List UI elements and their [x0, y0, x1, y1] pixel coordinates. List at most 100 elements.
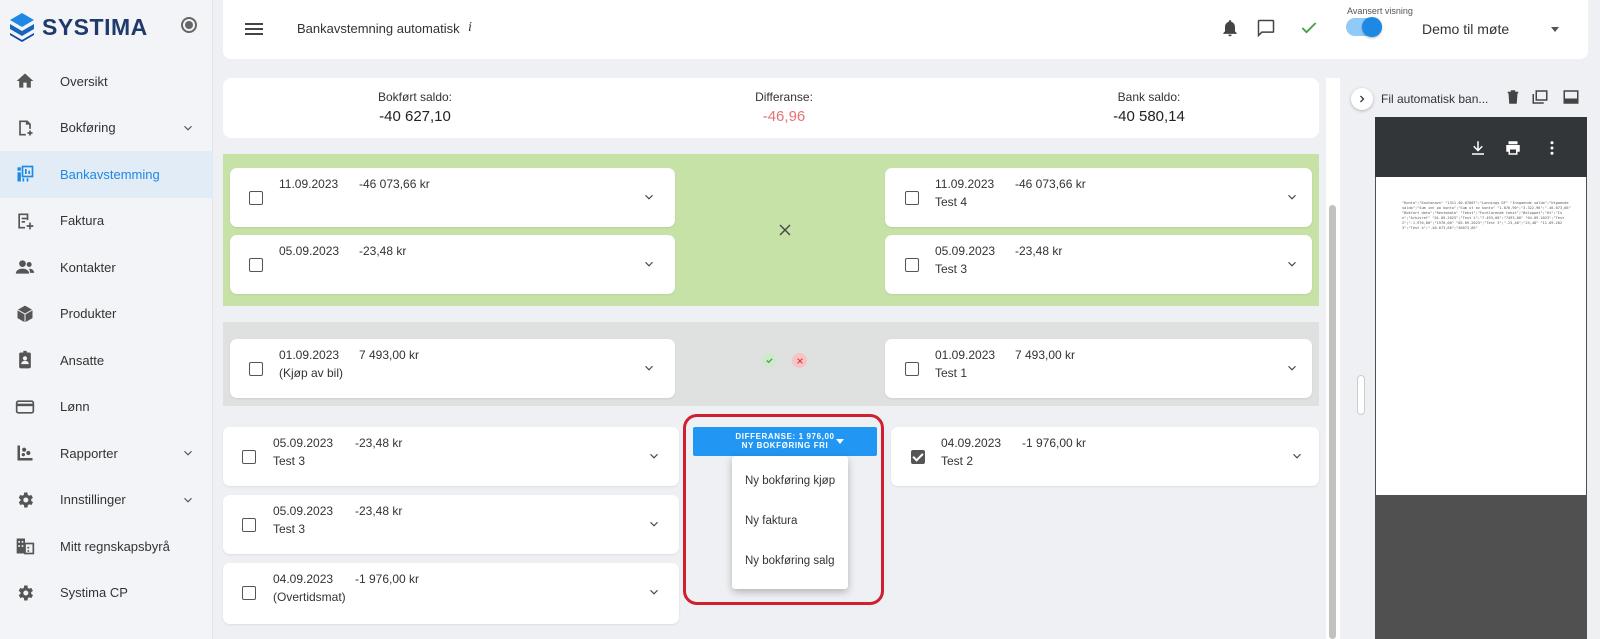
bell-icon[interactable]	[1220, 18, 1240, 38]
transaction-checkbox[interactable]	[242, 586, 256, 600]
sidebar-item-produkter[interactable]: Produkter	[0, 291, 213, 338]
print-icon[interactable]	[1504, 139, 1522, 157]
pdf-page-text: "Konto";"Kontonavn" "1311.50.07607";"Lon…	[1402, 201, 1571, 230]
advanced-view-toggle[interactable]	[1346, 17, 1382, 37]
company-selector[interactable]: Demo til møte	[1422, 21, 1509, 37]
sidebar-item-innstillinger[interactable]: Innstillinger	[0, 477, 213, 524]
logo[interactable]: SYSTIMA	[8, 10, 148, 44]
download-icon[interactable]	[1469, 139, 1487, 157]
transaction-checkbox[interactable]	[249, 191, 263, 205]
accept-match-button[interactable]	[762, 353, 777, 368]
chevron-down-icon[interactable]	[1285, 257, 1299, 271]
chat-icon[interactable]	[1256, 18, 1276, 38]
hamburger-menu-icon[interactable]	[245, 20, 265, 38]
chevron-down-icon[interactable]	[647, 449, 661, 463]
transaction-checkbox[interactable]	[905, 258, 919, 272]
attachment-file-name: Fil automatisk ban...	[1381, 92, 1489, 106]
chevron-down-icon[interactable]	[642, 190, 656, 204]
transaction-description: Test 2	[941, 454, 974, 468]
sidebar-item-kontakter[interactable]: Kontakter	[0, 244, 213, 291]
ledger-transaction-card[interactable]: 04.09.2023 -1 976,00 kr (Overtidsmat)	[223, 563, 679, 624]
page-title: Bankavstemning automatisk	[297, 21, 460, 36]
sidebar-item-faktura[interactable]: Faktura	[0, 198, 213, 245]
bank-transaction-card[interactable]: 01.09.2023 7 493,00 kr Test 1	[885, 339, 1312, 398]
status-indicator-icon[interactable]	[181, 17, 197, 33]
transaction-checkbox[interactable]	[249, 258, 263, 272]
ledger-transaction-card[interactable]: 05.09.2023 -23,48 kr Test 3	[223, 427, 679, 486]
sidebar-item-mitt-regnskapsbyra[interactable]: Mitt regnskapsbyrå	[0, 523, 213, 570]
gear-icon	[18, 585, 33, 601]
bank-transaction-card[interactable]: 04.09.2023 -1 976,00 kr Test 2	[891, 427, 1319, 486]
open-in-window-icon[interactable]	[1531, 88, 1549, 106]
transaction-checkbox[interactable]	[242, 518, 256, 532]
chevron-down-icon[interactable]	[181, 121, 195, 135]
collapse-panel-button[interactable]	[1351, 88, 1373, 110]
sidebar-item-bankavstemming[interactable]: Bankavstemming	[0, 151, 213, 198]
menu-item-new-sales-entry[interactable]: Ny bokføring salg	[745, 555, 834, 567]
transaction-checkbox[interactable]	[242, 450, 256, 464]
transaction-checkbox[interactable]	[249, 362, 263, 376]
sidebar-item-systima-cp[interactable]: Systima CP	[0, 570, 213, 617]
menu-item-new-purchase-entry[interactable]: Ny bokføring kjøp	[745, 475, 835, 487]
bank-transaction-card[interactable]: 05.09.2023 -23,48 kr Test 3	[885, 235, 1312, 294]
chevron-down-icon[interactable]	[181, 446, 195, 460]
more-vertical-icon[interactable]	[1543, 139, 1561, 157]
chevron-down-icon[interactable]	[1285, 361, 1299, 375]
sidebar-item-bokforing[interactable]: Bokføring	[0, 105, 213, 152]
panel-resize-handle[interactable]	[1357, 375, 1365, 415]
bank-transaction-card[interactable]: 11.09.2023 -46 073,66 kr Test 4	[885, 168, 1312, 227]
difference-button-line2: NY BOKFØRING FRI	[741, 441, 829, 450]
unmatch-close-icon[interactable]	[778, 223, 792, 237]
transaction-description: Test 3	[935, 262, 968, 276]
transaction-checkbox[interactable]	[905, 362, 919, 376]
ledger-transaction-card[interactable]: 05.09.2023 -23,48 kr Test 3	[223, 495, 679, 554]
booked-saldo-value: -40 627,10	[379, 108, 451, 125]
info-icon[interactable]: i	[468, 20, 472, 36]
sidebar-item-oversikt[interactable]: Oversikt	[0, 58, 213, 105]
ledger-transaction-card[interactable]: 01.09.2023 7 493,00 kr (Kjøp av bil)	[230, 339, 675, 398]
chevron-down-icon[interactable]	[1290, 449, 1304, 463]
reject-match-button[interactable]	[792, 353, 807, 368]
contacts-icon	[15, 260, 35, 274]
transaction-date: 04.09.2023	[273, 572, 334, 586]
transaction-date: 04.09.2023	[941, 436, 1002, 450]
transaction-description: (Kjøp av bil)	[279, 366, 344, 380]
chevron-down-icon[interactable]	[647, 517, 661, 531]
new-entry-dropdown-menu: Ny bokføring kjøp Ny faktura Ny bokførin…	[732, 456, 848, 589]
trash-icon[interactable]	[1504, 88, 1522, 106]
transaction-amount: -23,48 kr	[355, 436, 403, 450]
pdf-page: "Konto";"Kontonavn" "1311.50.07607";"Lon…	[1376, 177, 1586, 495]
sidebar-item-rapporter[interactable]: Rapporter	[0, 430, 213, 477]
sidebar-item-label: Kontakter	[60, 259, 116, 275]
menu-item-new-invoice[interactable]: Ny faktura	[745, 515, 797, 527]
transaction-date: 05.09.2023	[273, 436, 334, 450]
sidebar-item-label: Systima CP	[60, 585, 128, 601]
caret-down-icon[interactable]	[1551, 27, 1559, 32]
ledger-transaction-card[interactable]: 11.09.2023 -46 073,66 kr	[230, 168, 675, 227]
transaction-checkbox[interactable]	[911, 450, 925, 464]
difference-action-button[interactable]: DIFFERANSE: 1 976,00 NY BOKFØRING FRI	[693, 427, 877, 456]
sidebar-item-lonn[interactable]: Lønn	[0, 384, 213, 431]
chevron-down-icon[interactable]	[642, 361, 656, 375]
matched-group: 11.09.2023 -46 073,66 kr 05.09.2023 -23,…	[223, 154, 1319, 306]
panel-layout-icon[interactable]	[1562, 88, 1580, 106]
sidebar-item-ansatte[interactable]: Ansatte	[0, 337, 213, 384]
transaction-checkbox[interactable]	[905, 191, 919, 205]
checkmark-icon[interactable]	[1299, 18, 1319, 38]
ledger-transaction-card[interactable]: 05.09.2023 -23,48 kr	[230, 235, 675, 294]
transaction-amount: -23,48 kr	[359, 244, 407, 258]
chevron-down-icon[interactable]	[181, 493, 195, 507]
transaction-date: 11.09.2023	[279, 177, 339, 191]
transaction-date: 05.09.2023	[273, 504, 334, 518]
ledger-icon	[19, 120, 33, 136]
chevron-down-icon[interactable]	[642, 257, 656, 271]
chevron-down-icon[interactable]	[1285, 190, 1299, 204]
sidebar-item-label: Rapporter	[60, 445, 118, 461]
chevron-down-icon[interactable]	[647, 585, 661, 599]
advanced-view-label: Avansert visning	[1347, 6, 1413, 16]
close-icon	[796, 357, 803, 364]
transaction-date: 01.09.2023	[935, 348, 996, 362]
transaction-date: 05.09.2023	[279, 244, 340, 258]
difference-value: -46,96	[762, 108, 806, 125]
scrollbar-thumb[interactable]	[1329, 205, 1336, 639]
